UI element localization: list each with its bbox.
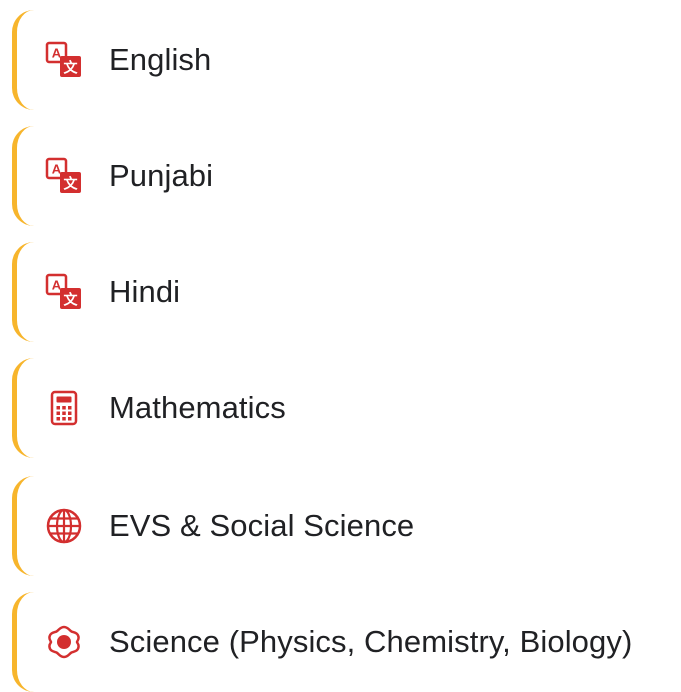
subject-item-english[interactable]: A 文 English xyxy=(12,10,681,110)
subject-label: English xyxy=(109,42,212,77)
svg-text:文: 文 xyxy=(64,60,79,77)
subject-list: A 文 English A 文 Punjabi A 文 Hindi Mathem… xyxy=(0,0,681,692)
globe-icon xyxy=(44,506,84,546)
subject-label: EVS & Social Science xyxy=(109,508,415,543)
subject-item-science[interactable]: Science (Physics, Chemistry, Biology) xyxy=(12,592,681,692)
translate-icon: A 文 xyxy=(44,40,84,80)
subject-item-hindi[interactable]: A 文 Hindi xyxy=(12,242,681,342)
subject-item-punjabi[interactable]: A 文 Punjabi xyxy=(12,126,681,226)
calculator-icon xyxy=(44,388,84,428)
subject-label: Punjabi xyxy=(109,158,214,193)
subject-label: Mathematics xyxy=(109,390,286,425)
svg-text:文: 文 xyxy=(64,176,79,193)
subject-label: Hindi xyxy=(109,274,181,309)
translate-icon: A 文 xyxy=(44,272,84,312)
svg-text:文: 文 xyxy=(64,292,79,309)
subject-item-evs-social-science[interactable]: EVS & Social Science xyxy=(12,476,681,576)
translate-icon: A 文 xyxy=(44,156,84,196)
subject-item-mathematics[interactable]: Mathematics xyxy=(12,358,681,458)
subject-label: Science (Physics, Chemistry, Biology) xyxy=(109,624,633,659)
science-icon xyxy=(44,622,84,662)
